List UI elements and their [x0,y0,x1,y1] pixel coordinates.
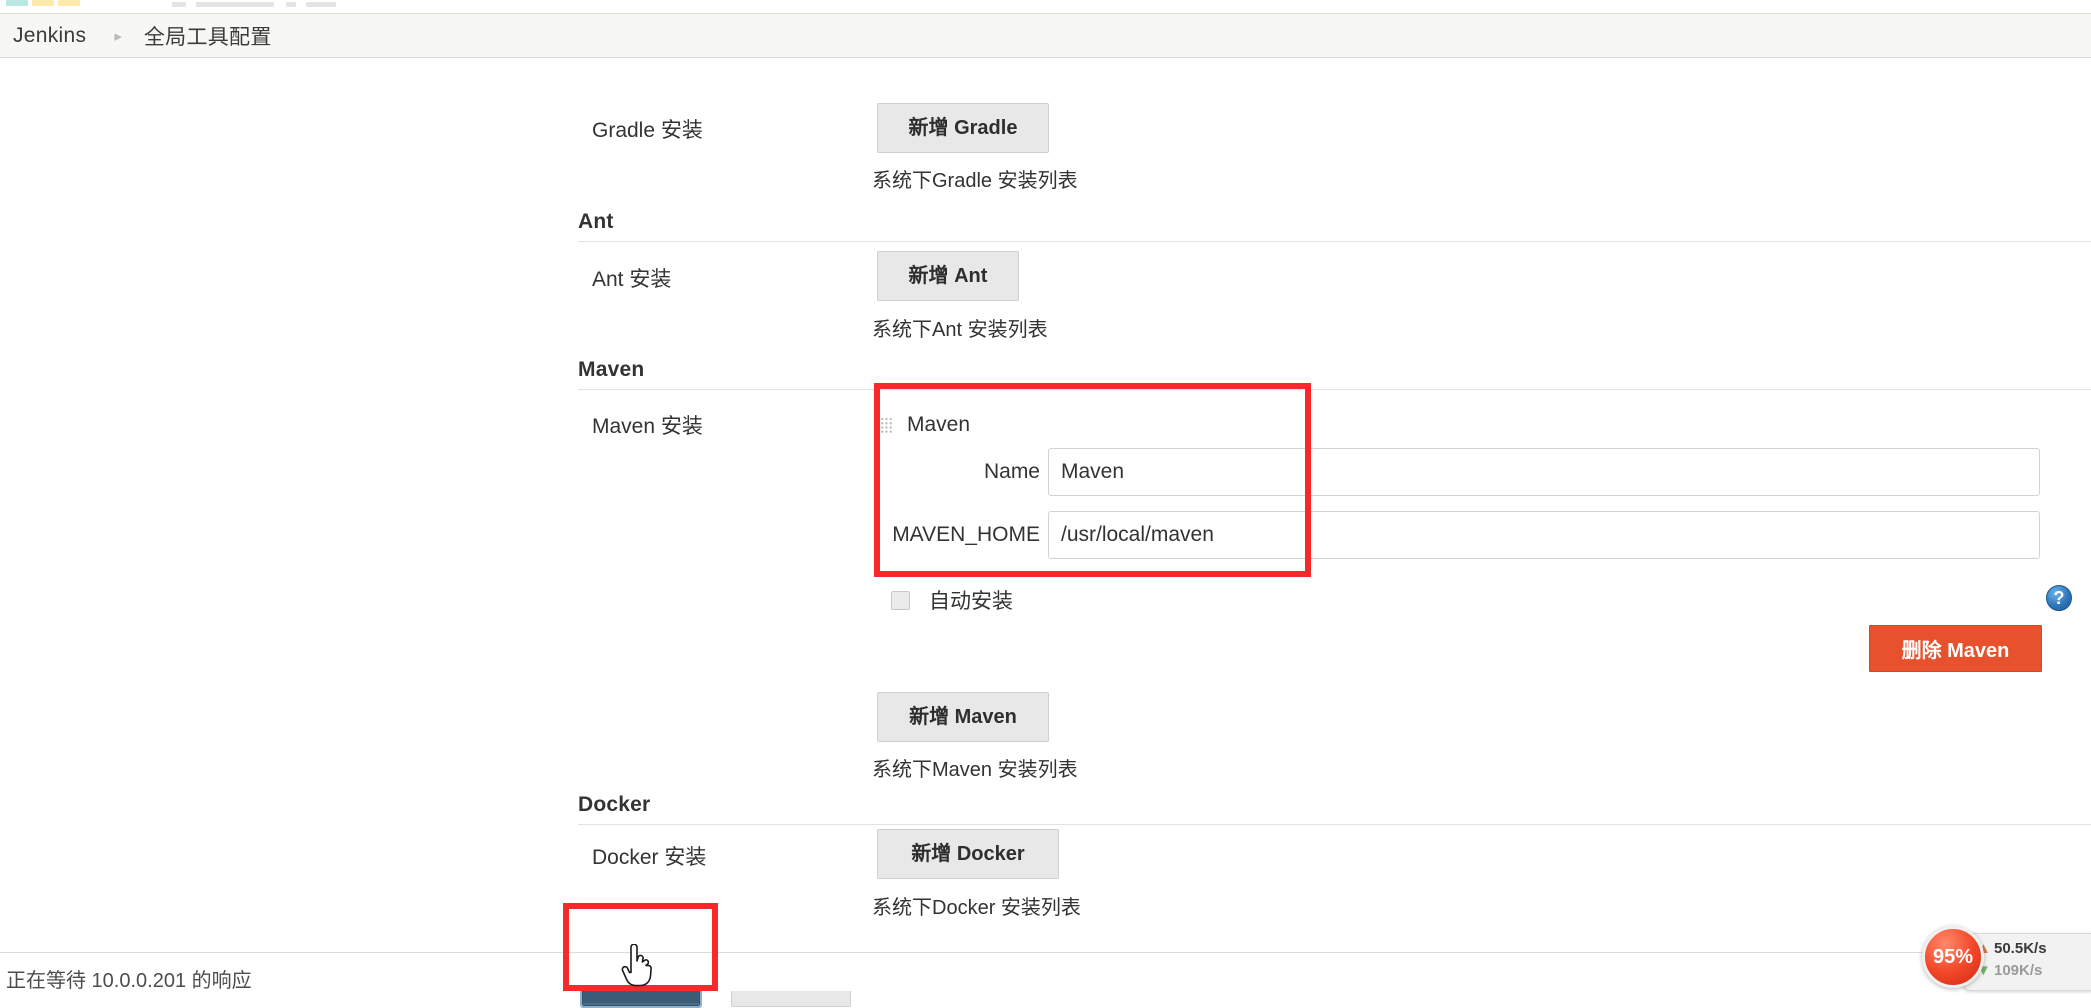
maven-name-label: Name [983,460,1040,483]
gradle-install-hint: 系统下Gradle 安装列表 [872,170,1078,192]
breadcrumb-item-jenkins[interactable]: Jenkins [13,24,86,48]
maven-section-header: Maven [578,358,2091,390]
browser-toolbar-glyph [172,2,186,7]
maven-auto-install-row[interactable]: 自动安装 [891,585,1013,615]
auto-install-label: 自动安装 [929,590,1013,613]
ant-section-title: Ant [578,210,614,233]
browser-tab-strip-item [6,0,28,6]
ant-section-header: Ant [578,210,2091,242]
maven-home-label: MAVEN_HOME [892,523,1040,546]
maven-home-input[interactable] [1048,511,2040,559]
maven-tool-item-name: Maven [907,413,971,436]
auto-install-checkbox[interactable] [891,590,910,610]
browser-chrome-sliver [0,0,2091,13]
browser-status-bar: 正在等待 10.0.0.201 的响应 [0,952,2091,992]
add-ant-button[interactable]: 新增 Ant [877,251,1019,301]
delete-maven-button[interactable]: 删除 Maven [1869,625,2042,672]
docker-section-title: Docker [578,793,651,816]
maven-name-input[interactable] [1048,448,2040,496]
browser-tab-strip-item [58,0,80,6]
drag-handle-icon[interactable] [876,416,893,434]
maven-install-label: Maven 安装 [592,415,703,438]
browser-toolbar-glyph [306,2,336,7]
add-docker-button[interactable]: 新增 Docker [877,829,1059,879]
maven-section-title: Maven [578,358,645,381]
docker-section-divider [578,824,2091,825]
gradle-install-label: Gradle 安装 [592,119,703,142]
ant-install-hint: 系统下Ant 安装列表 [872,319,1048,341]
maven-name-field-row: Name [890,448,2040,496]
browser-toolbar-glyph [286,2,296,7]
browser-toolbar-glyph [196,2,274,7]
help-icon[interactable]: ? [2046,585,2072,611]
configure-tools-page: Gradle 安装 新增 Gradle 系统下Gradle 安装列表 Ant A… [0,58,2091,1008]
ant-section-divider [578,241,2091,242]
browser-tab-strip-item [32,0,54,6]
maven-install-hint: 系统下Maven 安装列表 [872,759,1078,781]
add-maven-button[interactable]: 新增 Maven [877,692,1049,742]
maven-home-field-row: MAVEN_HOME [890,511,2040,559]
breadcrumb: Jenkins ▸ 全局工具配置 [0,13,2091,58]
breadcrumb-item-current[interactable]: 全局工具配置 [144,21,272,51]
status-text: 正在等待 10.0.0.201 的响应 [6,970,252,992]
maven-section-divider [578,389,2091,390]
ant-install-label: Ant 安装 [592,268,672,291]
docker-install-hint: 系统下Docker 安装列表 [872,897,1081,919]
docker-section-header: Docker [578,793,2091,825]
maven-tool-item-header[interactable]: Maven [876,413,970,437]
chevron-right-icon: ▸ [114,28,122,45]
add-gradle-button[interactable]: 新增 Gradle [877,103,1049,153]
docker-install-label: Docker 安装 [592,846,707,869]
